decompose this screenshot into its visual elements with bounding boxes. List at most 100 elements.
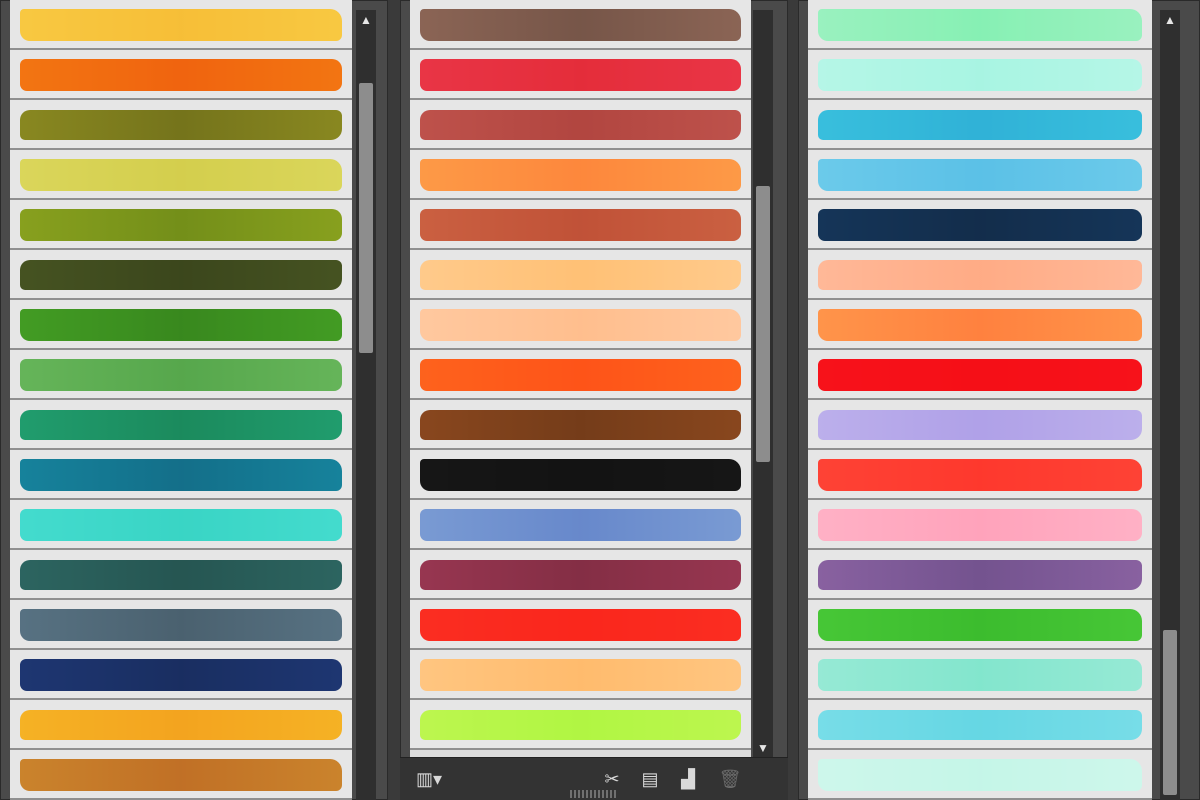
brush-stroke-preview — [420, 9, 741, 41]
brush-row[interactable] — [10, 500, 352, 550]
scroll-thumb[interactable] — [756, 185, 770, 462]
brush-stroke-preview — [20, 459, 342, 491]
brush-stroke-preview — [818, 260, 1142, 290]
brush-row[interactable] — [410, 350, 751, 400]
brush-row[interactable] — [808, 750, 1152, 800]
brush-row[interactable] — [808, 200, 1152, 250]
brush-stroke-preview — [818, 659, 1142, 691]
scroll-up-arrow-icon[interactable]: ▲ — [356, 10, 376, 30]
brush-stroke-preview — [818, 560, 1142, 590]
brush-row[interactable] — [410, 650, 751, 700]
brush-stroke-preview — [420, 609, 741, 641]
panel-resize-grip[interactable] — [570, 790, 616, 798]
brush-stroke-preview — [420, 209, 741, 241]
brush-row[interactable] — [808, 0, 1152, 50]
brush-stroke-preview — [420, 659, 741, 691]
brush-panel-1: ▲ — [0, 0, 388, 800]
new-brush-icon[interactable]: ▟ — [676, 767, 700, 791]
brush-row[interactable] — [410, 150, 751, 200]
brush-row[interactable] — [10, 600, 352, 650]
scroll-track[interactable] — [1160, 30, 1180, 795]
brush-stroke-preview — [420, 710, 741, 740]
brush-stroke-preview — [20, 560, 342, 590]
brush-row[interactable] — [808, 50, 1152, 100]
brush-row[interactable] — [808, 700, 1152, 750]
brush-options-icon[interactable]: ▤ — [638, 767, 662, 791]
brush-list-1[interactable] — [10, 0, 352, 800]
brush-row[interactable] — [808, 500, 1152, 550]
brush-library-menu-icon[interactable]: ▥▾ — [412, 767, 446, 791]
brush-row[interactable] — [808, 650, 1152, 700]
brush-stroke-preview — [818, 159, 1142, 191]
brush-row[interactable] — [10, 150, 352, 200]
brush-list-3[interactable] — [808, 0, 1152, 800]
brush-stroke-preview — [20, 260, 342, 290]
brush-stroke-preview — [818, 359, 1142, 391]
brush-stroke-preview — [20, 359, 342, 391]
brush-row[interactable] — [10, 200, 352, 250]
scrollbar-1[interactable]: ▲ — [356, 10, 376, 800]
brush-stroke-preview — [20, 110, 342, 140]
brush-row[interactable] — [10, 50, 352, 100]
brush-row[interactable] — [808, 450, 1152, 500]
brush-stroke-preview — [818, 9, 1142, 41]
brush-row[interactable] — [808, 100, 1152, 150]
scroll-thumb[interactable] — [1163, 630, 1177, 795]
brush-row[interactable] — [808, 150, 1152, 200]
brush-row[interactable] — [10, 750, 352, 800]
brush-row[interactable] — [10, 350, 352, 400]
brush-row[interactable] — [10, 0, 352, 50]
brush-stroke-preview — [20, 309, 342, 341]
scroll-track[interactable] — [753, 30, 773, 738]
scroll-thumb[interactable] — [359, 82, 373, 353]
brush-row[interactable] — [10, 100, 352, 150]
brush-row[interactable] — [410, 550, 751, 600]
brush-row[interactable] — [808, 600, 1152, 650]
scroll-track[interactable] — [356, 30, 376, 780]
brush-row[interactable] — [10, 450, 352, 500]
brush-stroke-preview — [20, 710, 342, 740]
brush-row[interactable] — [10, 650, 352, 700]
brush-row[interactable] — [10, 700, 352, 750]
brush-row[interactable] — [10, 550, 352, 600]
brush-stroke-preview — [818, 509, 1142, 541]
brush-stroke-preview — [420, 410, 741, 440]
brush-row[interactable] — [808, 350, 1152, 400]
brush-stroke-preview — [20, 759, 342, 791]
brush-row[interactable] — [410, 300, 751, 350]
brush-stroke-preview — [20, 209, 342, 241]
brush-stroke-preview — [818, 209, 1142, 241]
brush-stroke-preview — [20, 659, 342, 691]
scrollbar-3[interactable]: ▲ — [1160, 10, 1180, 800]
brush-row[interactable] — [410, 500, 751, 550]
brush-row[interactable] — [808, 550, 1152, 600]
brush-row[interactable] — [410, 50, 751, 100]
brush-row[interactable] — [410, 450, 751, 500]
remove-brush-stroke-icon[interactable]: ✂ — [600, 767, 624, 791]
brush-row[interactable] — [410, 600, 751, 650]
brush-panel-3: ▲ — [798, 0, 1200, 800]
brush-row[interactable] — [10, 250, 352, 300]
brush-row[interactable] — [410, 100, 751, 150]
brush-row[interactable] — [410, 250, 751, 300]
brush-stroke-preview — [420, 309, 741, 341]
scroll-down-arrow-icon[interactable]: ▼ — [753, 738, 773, 758]
brush-row[interactable] — [410, 400, 751, 450]
brush-row[interactable] — [410, 700, 751, 750]
brush-stroke-preview — [420, 560, 741, 590]
brush-list-2[interactable] — [410, 0, 751, 758]
brush-stroke-preview — [818, 59, 1142, 91]
scrollbar-2[interactable]: ▼ — [753, 10, 773, 758]
brush-row[interactable] — [410, 0, 751, 50]
brush-stroke-preview — [20, 609, 342, 641]
brush-stroke-preview — [420, 159, 741, 191]
brush-row[interactable] — [808, 250, 1152, 300]
brush-row[interactable] — [808, 300, 1152, 350]
scroll-up-arrow-icon[interactable]: ▲ — [1160, 10, 1180, 30]
brush-stroke-preview — [420, 359, 741, 391]
delete-brush-icon: 🗑 — [718, 769, 742, 789]
brush-row[interactable] — [10, 400, 352, 450]
brush-row[interactable] — [808, 400, 1152, 450]
brush-row[interactable] — [410, 200, 751, 250]
brush-row[interactable] — [10, 300, 352, 350]
